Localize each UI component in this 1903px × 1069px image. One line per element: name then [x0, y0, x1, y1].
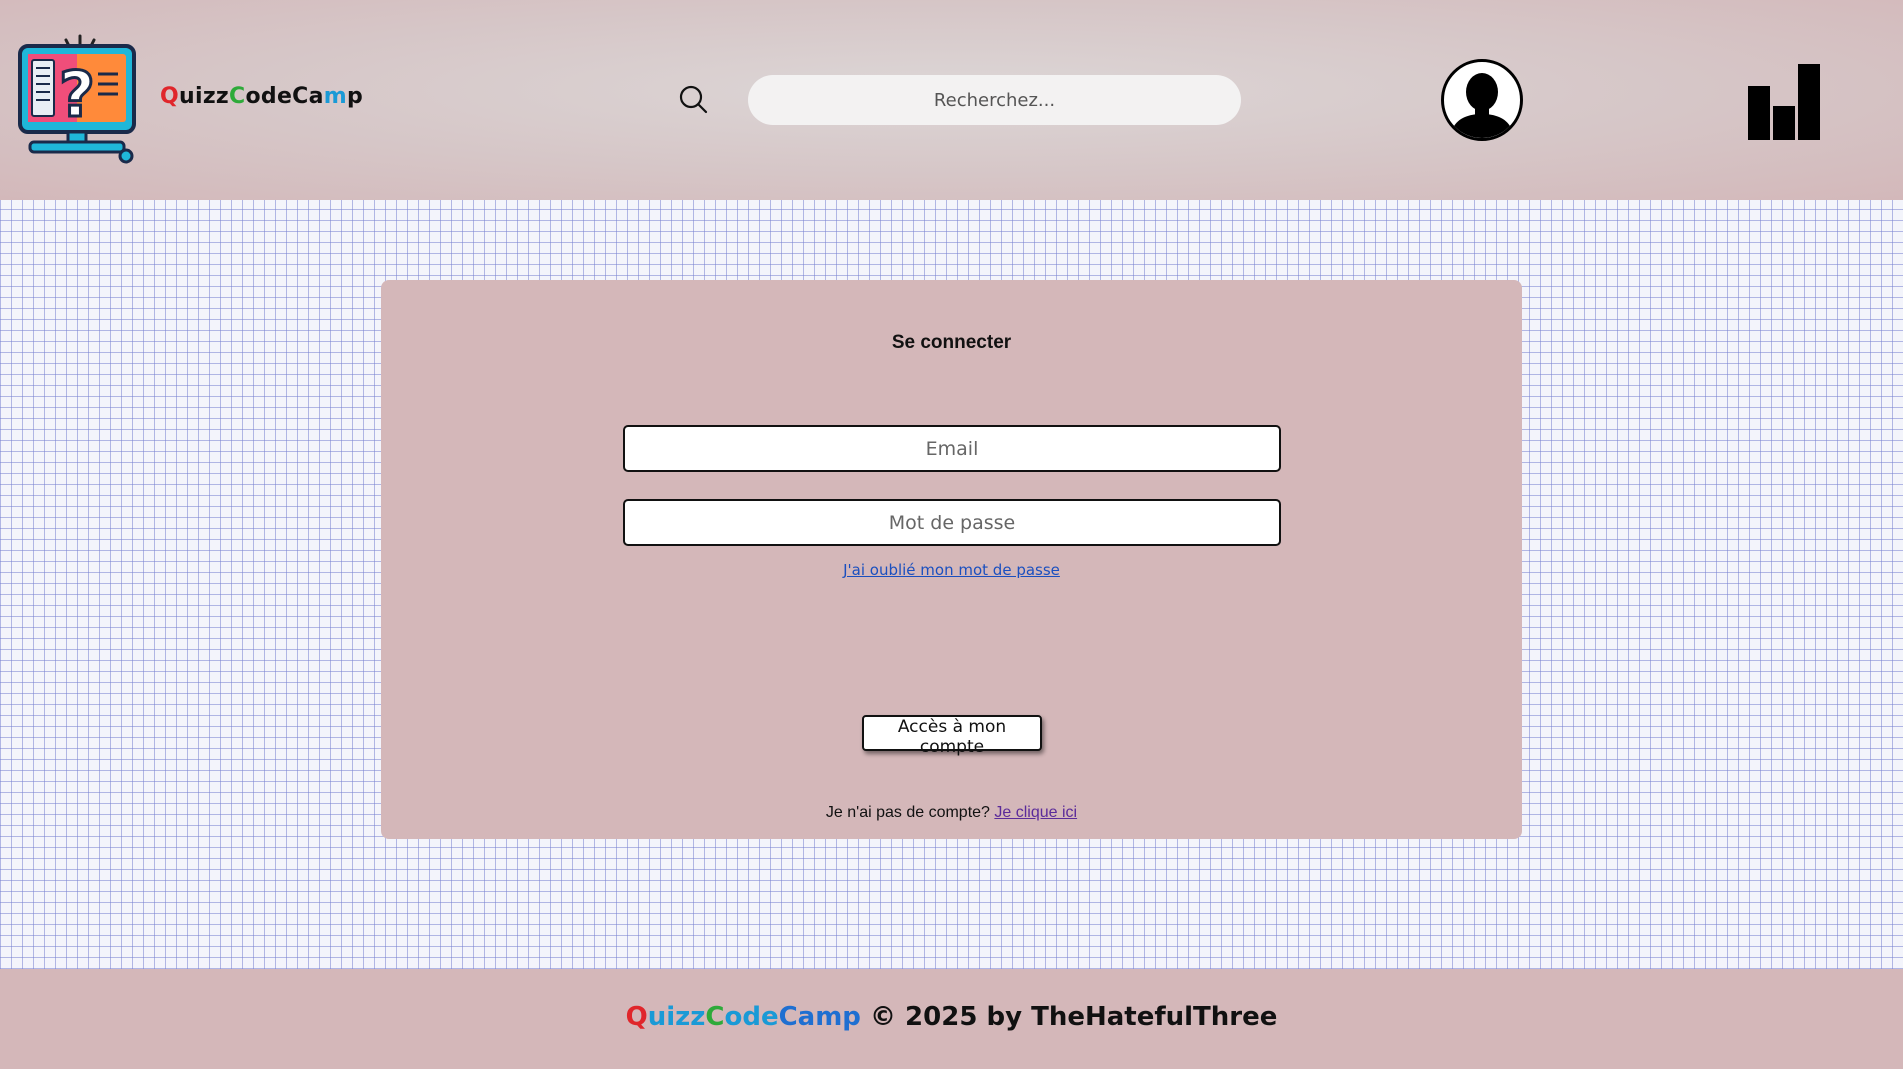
- header: ? QuizzCodeCamp: [0, 0, 1903, 200]
- password-field[interactable]: [623, 499, 1281, 546]
- login-title: Se connecter: [891, 332, 1012, 353]
- brand-part: p: [347, 84, 364, 109]
- signup-prompt: Je n'ai pas de compte? Je clique ici: [381, 804, 1522, 822]
- footer: QuizzCodeCamp © 2025 by TheHatefulThree: [0, 969, 1903, 1069]
- footer-brand-part: C: [705, 1002, 725, 1032]
- brand-part: m: [323, 84, 347, 109]
- brand-part: uizz: [179, 84, 230, 109]
- brand-part: Q: [160, 84, 180, 109]
- login-submit-button[interactable]: Accès à mon compte: [862, 715, 1042, 757]
- email-field[interactable]: [623, 425, 1281, 472]
- bar-chart-icon[interactable]: [1746, 64, 1822, 140]
- forgot-password-link[interactable]: J'ai oublié mon mot de passe: [843, 561, 1060, 579]
- search-icon[interactable]: [678, 84, 710, 116]
- signup-link[interactable]: Je clique ici: [994, 804, 1077, 821]
- no-account-text: Je n'ai pas de compte?: [825, 804, 990, 821]
- svg-text:?: ?: [59, 58, 95, 131]
- brand-part: C: [229, 84, 246, 109]
- brand-part: ode: [245, 84, 293, 109]
- login-card: Se connecter J'ai oublié mon mot de pass…: [381, 280, 1522, 839]
- footer-rest: © 2025 by TheHatefulThree: [870, 1002, 1278, 1032]
- search-input[interactable]: [748, 75, 1241, 125]
- footer-brand-part: Camp: [778, 1002, 861, 1032]
- footer-brand-part: ode: [724, 1002, 779, 1032]
- footer-brand-part: uizz: [647, 1002, 706, 1032]
- brand-name[interactable]: QuizzCodeCamp: [160, 84, 363, 109]
- brand-part: Ca: [292, 84, 324, 109]
- footer-copyright: QuizzCodeCamp © 2025 by TheHatefulThree: [0, 1002, 1903, 1032]
- forgot-password-container: J'ai oublié mon mot de passe: [381, 561, 1522, 579]
- footer-brand-part: Q: [625, 1002, 648, 1032]
- quiz-monitor-logo-icon[interactable]: ?: [18, 34, 142, 166]
- user-silhouette-icon[interactable]: [1441, 59, 1523, 141]
